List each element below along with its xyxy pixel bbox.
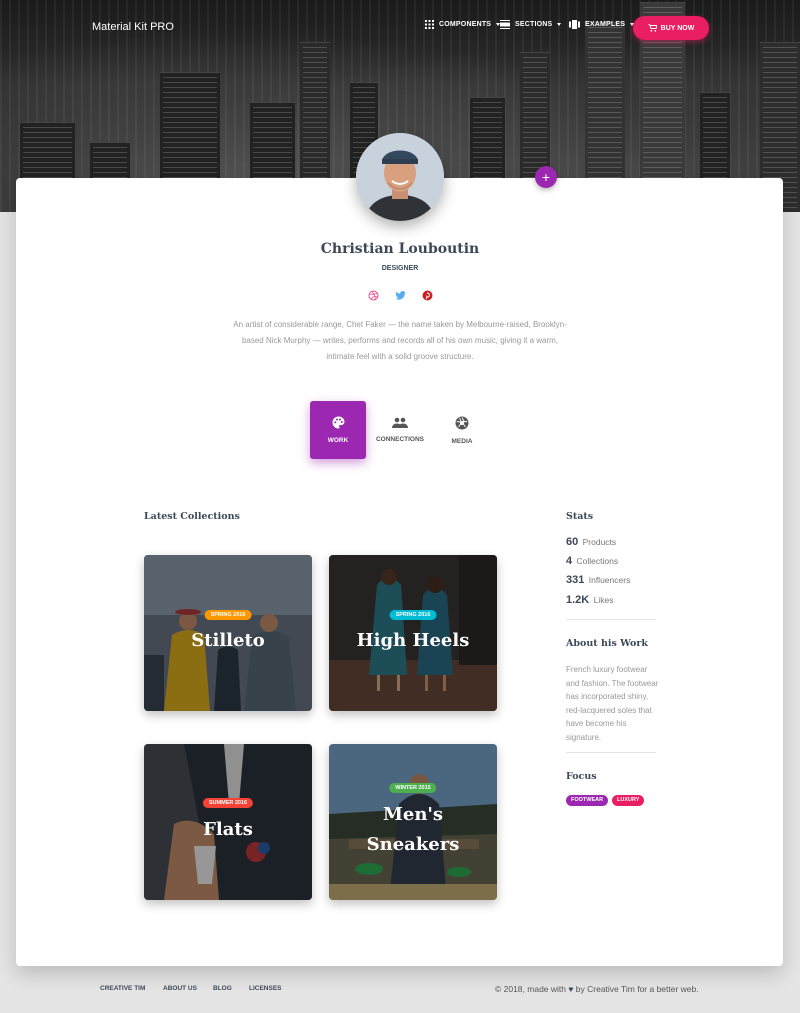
collection-card-mens-sneakers[interactable]: WINTER 2015 Men's Sneakers [329,744,497,900]
copyright-prefix: © 2018, made with [495,984,566,994]
nav-examples[interactable]: EXAMPLES [569,20,635,29]
view-carousel-icon [569,20,580,29]
stat-likes: 1.2K Likes [566,594,613,606]
palette-icon [332,416,344,429]
navbar: Material Kit PRO COMPONENTS SECTIONS EXA… [0,0,800,56]
stat-value: 331 [566,574,585,586]
collection-badge: WINTER 2015 [389,783,437,793]
stat-label: Likes [593,595,614,605]
about-title: About his Work [566,638,648,649]
buy-now-label: BUY NOW [660,24,695,32]
camera-shutter-icon [455,416,469,429]
collection-badge: SPRING 2016 [389,610,437,620]
nav-sections-label: SECTIONS [515,21,553,28]
avatar [356,133,444,221]
stat-products: 60 Products [566,536,616,548]
tab-media-label: MEDIA [451,437,473,445]
nav-components-label: COMPONENTS [439,21,492,28]
tab-connections[interactable]: CONNECTIONS [372,401,428,459]
stat-label: Influencers [588,575,631,585]
profile-bio: An artist of considerable range, Chet Fa… [233,320,567,361]
collection-card-flats[interactable]: SUMMER 2016 Flats [144,744,312,900]
twitter-icon[interactable] [394,288,406,300]
stat-value: 1.2K [566,594,590,606]
profile-role: DESIGNER [381,265,419,272]
people-icon [392,417,408,428]
collection-title: Stilleto [191,630,265,651]
copyright-suffix: by Creative Tim for a better web. [575,984,699,994]
about-text: French luxury footwear and fashion. The … [566,665,659,742]
heart-icon: ♥ [568,984,574,994]
footer-link-blog[interactable]: BLOG [213,985,232,992]
buy-now-button[interactable]: BUY NOW [633,16,709,40]
tag-footwear[interactable]: FOOTWEAR [566,795,609,806]
stat-collections: 4 Collections [566,555,618,567]
tab-connections-label: CONNECTIONS [375,436,425,443]
apps-grid-icon [425,20,434,29]
divider [566,619,656,620]
add-button[interactable]: + [535,166,557,188]
collection-badge: SPRING 2016 [204,610,252,620]
tab-media[interactable]: MEDIA [434,401,490,459]
stat-label: Collections [576,556,619,566]
nav-examples-label: EXAMPLES [585,21,626,28]
stat-label: Products [582,537,617,547]
collections-title: Latest Collections [144,511,240,522]
copyright: © 2018, made with ♥ by Creative Tim for … [495,984,699,994]
collection-title: Men's Sneakers [366,804,460,855]
stat-value: 60 [566,536,579,548]
shopping-cart-icon [647,24,657,32]
nav-sections[interactable]: SECTIONS [500,20,562,29]
stat-influencers: 331 Influencers [566,574,630,586]
dribbble-icon[interactable] [368,288,379,301]
tab-work-label: WORK [327,437,349,444]
avatar-photo [356,133,444,221]
stat-value: 4 [566,555,573,567]
focus-title: Focus [566,771,597,782]
footer-link-about-us[interactable]: ABOUT US [163,985,197,992]
collection-card-high-heels[interactable]: SPRING 2016 High Heels [329,555,497,711]
view-day-icon [500,20,510,29]
tab-work[interactable]: WORK [310,401,366,459]
collection-title: Flats [203,819,253,840]
social-links [0,288,800,301]
divider [566,752,656,753]
collection-title: High Heels [356,630,470,651]
collection-badge: SUMMER 2016 [202,798,254,808]
brand-logo[interactable]: Material Kit PRO [92,21,174,33]
profile-name: Christian Louboutin [320,241,480,257]
tag-luxury[interactable]: LUXURY [612,795,645,806]
pinterest-icon[interactable] [422,288,433,301]
footer-link-licenses[interactable]: LICENSES [249,985,282,992]
nav-components[interactable]: COMPONENTS [425,20,501,29]
collection-card-stilleto[interactable]: SPRING 2016 Stilleto [144,555,312,711]
caret-down-icon [557,23,562,26]
stats-title: Stats [566,511,594,522]
footer-link-creative-tim[interactable]: CREATIVE TIM [100,985,145,992]
